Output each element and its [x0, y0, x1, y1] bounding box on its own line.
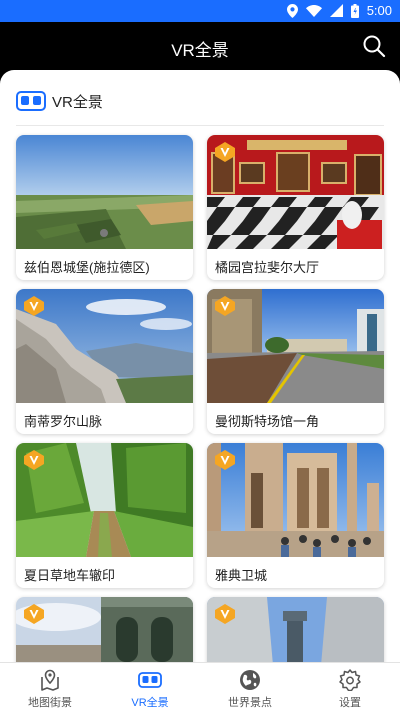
- card-title: 橘园宫拉斐尔大厅: [215, 260, 320, 275]
- nav-label: 地图街景: [28, 697, 72, 709]
- card-title: 曼彻斯特场馆一角: [215, 414, 320, 429]
- vip-badge-icon: [24, 296, 44, 316]
- card-title: 雅典卫城: [215, 568, 268, 583]
- panorama-card[interactable]: 雅典卫城: [207, 443, 384, 588]
- panorama-card[interactable]: [16, 597, 193, 670]
- status-time: 5:00: [366, 3, 392, 18]
- nav-world-sights[interactable]: 世界景点: [200, 663, 300, 712]
- vip-badge-icon: [215, 142, 235, 162]
- nav-label: 设置: [339, 697, 361, 709]
- vr-headset-icon: [138, 672, 162, 688]
- nav-map-streetview[interactable]: 地图街景: [0, 663, 100, 712]
- panorama-card[interactable]: [207, 597, 384, 670]
- search-button[interactable]: [362, 34, 386, 58]
- divider: [16, 125, 384, 126]
- nav-label: VR全景: [131, 697, 169, 709]
- vip-badge-icon: [215, 450, 235, 470]
- battery-icon: [350, 3, 359, 18]
- section-title: VR全景: [52, 93, 103, 111]
- vip-badge-icon: [215, 296, 235, 316]
- vr-headset-icon: [16, 91, 46, 111]
- page-title: VR全景: [171, 41, 229, 60]
- app-header: VR全景: [0, 22, 400, 70]
- panorama-card[interactable]: 南蒂罗尔山脉: [16, 289, 193, 434]
- map-pin-icon: [41, 669, 59, 691]
- signal-icon: [329, 4, 343, 17]
- vip-badge-icon: [24, 450, 44, 470]
- search-icon: [363, 35, 386, 58]
- panorama-card[interactable]: 夏日草地车辙印: [16, 443, 193, 588]
- panorama-card[interactable]: 曼彻斯特场馆一角: [207, 289, 384, 434]
- globe-icon: [240, 670, 260, 690]
- card-title: 南蒂罗尔山脉: [24, 414, 103, 429]
- card-title: 夏日草地车辙印: [24, 568, 116, 583]
- vip-badge-icon: [24, 604, 44, 624]
- content-sheet: VR全景 兹伯恩城堡(施拉德区) 橘园宫拉斐尔大厅 南蒂罗尔山脉 曼彻斯特场馆一…: [0, 70, 400, 670]
- nav-settings[interactable]: 设置: [300, 663, 400, 712]
- location-icon: [286, 3, 298, 18]
- bottom-nav: 地图街景 VR全景 世界景点 设置: [0, 662, 400, 712]
- card-title: 兹伯恩城堡(施拉德区): [24, 260, 150, 275]
- vip-badge-icon: [215, 604, 235, 624]
- panorama-card[interactable]: 兹伯恩城堡(施拉德区): [16, 135, 193, 280]
- wifi-icon: [305, 4, 322, 17]
- section-header: VR全景: [16, 90, 103, 112]
- panorama-card[interactable]: 橘园宫拉斐尔大厅: [207, 135, 384, 280]
- status-icons: 5:00: [286, 3, 392, 18]
- gear-icon: [339, 669, 361, 691]
- nav-label: 世界景点: [228, 697, 272, 709]
- nav-vr-panorama[interactable]: VR全景: [100, 663, 200, 712]
- panorama-thumbnail: [16, 135, 193, 249]
- status-bar: 5:00: [0, 0, 400, 22]
